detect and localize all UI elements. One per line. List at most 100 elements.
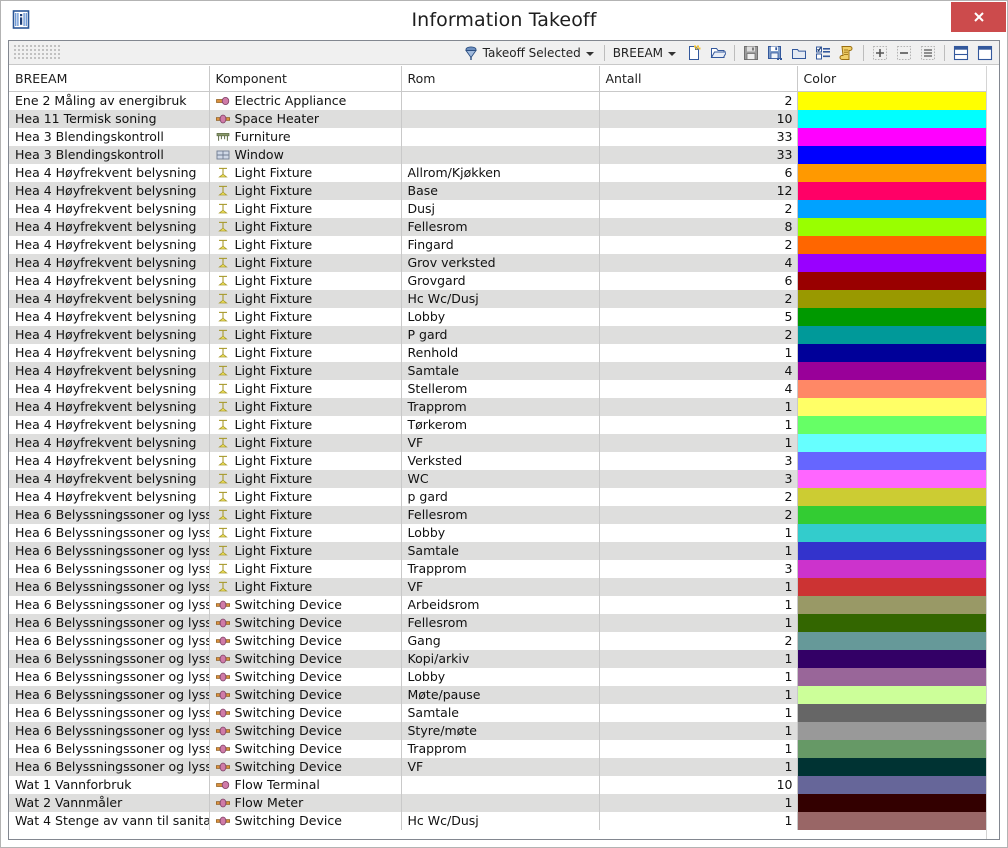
color-swatch[interactable]: [797, 254, 999, 272]
table-row[interactable]: Hea 3 Blendingskontroll Window 33: [9, 146, 999, 164]
table-row[interactable]: Hea 6 Belyssningssoner og lysst... Switch…: [9, 668, 999, 686]
save-button[interactable]: [739, 43, 763, 63]
color-swatch[interactable]: [797, 758, 999, 776]
color-swatch[interactable]: [797, 236, 999, 254]
table-row[interactable]: Hea 6 Belyssningssoner og lysst... Switch…: [9, 722, 999, 740]
table-row[interactable]: Hea 4 Høyfrekvent belysning Light Fixture…: [9, 470, 999, 488]
table-row[interactable]: Hea 4 Høyfrekvent belysning Light Fixture…: [9, 308, 999, 326]
color-swatch[interactable]: [797, 200, 999, 218]
layout-single-button[interactable]: [973, 43, 997, 63]
color-swatch[interactable]: [797, 470, 999, 488]
cell-color[interactable]: [797, 398, 999, 416]
cell-color[interactable]: [797, 578, 999, 596]
list-button[interactable]: [916, 43, 940, 63]
folder-button[interactable]: [787, 43, 811, 63]
cell-color[interactable]: [797, 650, 999, 668]
cell-color[interactable]: [797, 794, 999, 812]
toolbar-grip[interactable]: [14, 45, 60, 60]
table-row[interactable]: Hea 4 Høyfrekvent belysning Light Fixture…: [9, 452, 999, 470]
color-swatch[interactable]: [797, 344, 999, 362]
table-row[interactable]: Hea 4 Høyfrekvent belysning Light Fixture…: [9, 272, 999, 290]
table-row[interactable]: Hea 4 Høyfrekvent belysning Light Fixture…: [9, 398, 999, 416]
table-row[interactable]: Hea 4 Høyfrekvent belysning Light Fixture…: [9, 164, 999, 182]
color-swatch[interactable]: [797, 488, 999, 506]
column-header-antall[interactable]: Antall: [599, 66, 798, 92]
cell-color[interactable]: [797, 416, 999, 434]
table-row[interactable]: Hea 11 Termisk soning Space Heater 10: [9, 110, 999, 128]
color-swatch[interactable]: [797, 182, 999, 200]
cell-color[interactable]: [797, 542, 999, 560]
cell-color[interactable]: [797, 218, 999, 236]
close-button[interactable]: [951, 2, 1006, 32]
color-swatch[interactable]: [797, 434, 999, 452]
cell-color[interactable]: [797, 164, 999, 182]
cell-color[interactable]: [797, 668, 999, 686]
cell-color[interactable]: [797, 326, 999, 344]
cell-color[interactable]: [797, 740, 999, 758]
cell-color[interactable]: [797, 146, 999, 164]
table-row[interactable]: Ene 2 Måling av energibruk Electric Appli…: [9, 91, 999, 110]
cell-color[interactable]: [797, 272, 999, 290]
table-row[interactable]: Hea 6 Belyssningssoner og lysst... Light …: [9, 578, 999, 596]
collapse-all-button[interactable]: [892, 43, 916, 63]
table-row[interactable]: Hea 6 Belyssningssoner og lysst... Switch…: [9, 686, 999, 704]
cell-color[interactable]: [797, 380, 999, 398]
table-row[interactable]: Hea 4 Høyfrekvent belysning Light Fixture…: [9, 254, 999, 272]
color-swatch[interactable]: [797, 668, 999, 686]
cell-color[interactable]: [797, 704, 999, 722]
color-swatch[interactable]: [797, 686, 999, 704]
table-row[interactable]: Hea 6 Belyssningssoner og lysst... Light …: [9, 560, 999, 578]
color-swatch[interactable]: [797, 704, 999, 722]
new-document-button[interactable]: [682, 43, 706, 63]
table-row[interactable]: Hea 4 Høyfrekvent belysning Light Fixture…: [9, 236, 999, 254]
color-swatch[interactable]: [797, 326, 999, 344]
properties-button[interactable]: [811, 43, 835, 63]
table-row[interactable]: Hea 6 Belyssningssoner og lysst... Light …: [9, 506, 999, 524]
table-row[interactable]: Hea 6 Belyssningssoner og lysst... Switch…: [9, 740, 999, 758]
color-swatch[interactable]: [797, 560, 999, 578]
table-row[interactable]: Hea 6 Belyssningssoner og lysst... Switch…: [9, 632, 999, 650]
color-swatch[interactable]: [797, 812, 999, 830]
table-row[interactable]: Hea 4 Høyfrekvent belysning Light Fixture…: [9, 326, 999, 344]
cell-color[interactable]: [797, 110, 999, 128]
cell-color[interactable]: [797, 686, 999, 704]
color-swatch[interactable]: [797, 308, 999, 326]
color-swatch[interactable]: [797, 272, 999, 290]
table-row[interactable]: Hea 6 Belyssningssoner og lysst... Switch…: [9, 614, 999, 632]
color-swatch[interactable]: [797, 146, 999, 164]
table-row[interactable]: Hea 4 Høyfrekvent belysning Light Fixture…: [9, 416, 999, 434]
color-swatch[interactable]: [797, 380, 999, 398]
color-swatch[interactable]: [797, 362, 999, 380]
cell-color[interactable]: [797, 524, 999, 542]
table-row[interactable]: Hea 3 Blendingskontroll Furniture 33: [9, 128, 999, 146]
chevron-down-icon[interactable]: [668, 51, 676, 56]
table-row[interactable]: Hea 6 Belyssningssoner og lysst... Light …: [9, 524, 999, 542]
expand-all-button[interactable]: [868, 43, 892, 63]
color-swatch[interactable]: [797, 164, 999, 182]
column-header-color[interactable]: Color: [797, 66, 999, 92]
table-row[interactable]: Hea 4 Høyfrekvent belysning Light Fixture…: [9, 290, 999, 308]
cell-color[interactable]: [797, 92, 999, 110]
table-row[interactable]: Hea 4 Høyfrekvent belysning Light Fixture…: [9, 488, 999, 506]
cell-color[interactable]: [797, 452, 999, 470]
cell-color[interactable]: [797, 758, 999, 776]
cell-color[interactable]: [797, 560, 999, 578]
color-swatch[interactable]: [797, 596, 999, 614]
cell-color[interactable]: [797, 722, 999, 740]
table-row[interactable]: Hea 4 Høyfrekvent belysning Light Fixture…: [9, 182, 999, 200]
table-row[interactable]: Hea 4 Høyfrekvent belysning Light Fixture…: [9, 344, 999, 362]
color-swatch[interactable]: [797, 542, 999, 560]
vertical-scrollbar[interactable]: [986, 66, 999, 839]
color-swatch[interactable]: [797, 92, 999, 110]
column-header-komponent[interactable]: Komponent: [209, 66, 402, 92]
cell-color[interactable]: [797, 434, 999, 452]
cell-color[interactable]: [797, 488, 999, 506]
color-swatch[interactable]: [797, 398, 999, 416]
cell-color[interactable]: [797, 344, 999, 362]
color-swatch[interactable]: [797, 416, 999, 434]
cell-color[interactable]: [797, 596, 999, 614]
cell-color[interactable]: [797, 128, 999, 146]
color-swatch[interactable]: [797, 290, 999, 308]
color-swatch[interactable]: [797, 452, 999, 470]
table-row[interactable]: Hea 6 Belyssningssoner og lysst... Light …: [9, 542, 999, 560]
